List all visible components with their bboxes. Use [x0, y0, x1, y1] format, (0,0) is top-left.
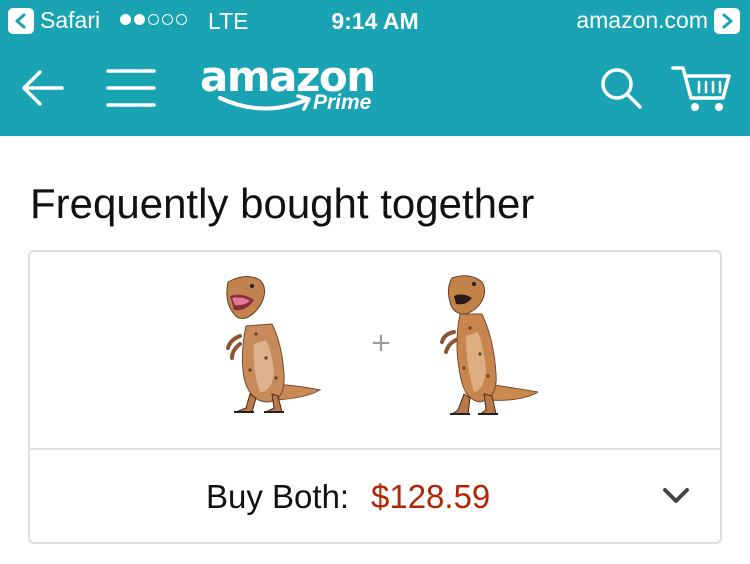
cart-button[interactable] — [668, 58, 736, 118]
back-app-label: Safari — [40, 7, 101, 33]
plus-separator: + — [370, 328, 392, 358]
status-bar: Safari LTE 9:14 AM amazon.com — [0, 0, 750, 40]
chevron-down-icon[interactable] — [662, 486, 690, 506]
hamburger-menu-icon — [106, 69, 156, 107]
back-arrow-icon — [22, 70, 64, 106]
smile-arrow-icon — [218, 94, 311, 111]
trex-costume-image — [226, 276, 322, 413]
buy-both-button[interactable]: Buy Both: $128.59 — [30, 450, 720, 542]
menu-button[interactable] — [102, 60, 160, 116]
search-button[interactable] — [592, 60, 650, 116]
signal-strength-icon — [120, 14, 187, 25]
bundle-products-row: + — [30, 252, 720, 448]
cart-icon — [671, 66, 731, 111]
site-label: amazon.com — [576, 7, 708, 33]
carrier-label: LTE — [208, 8, 249, 34]
site-link[interactable]: amazon.com — [576, 7, 740, 34]
product-image-1[interactable] — [216, 274, 326, 420]
back-to-app-link[interactable]: Safari — [8, 7, 100, 34]
forward-chevron-icon — [714, 7, 740, 34]
trex-costume-image — [440, 275, 540, 415]
amazon-prime-logo[interactable]: amazon Prime — [196, 52, 396, 126]
buy-both-price: $128.59 — [371, 478, 491, 515]
search-icon — [601, 68, 642, 109]
section-title: Frequently bought together — [30, 180, 535, 227]
buy-both-label: Buy Both: — [206, 478, 350, 515]
product-image-2[interactable] — [426, 274, 540, 420]
nav-bar: amazon Prime — [0, 40, 750, 136]
back-button[interactable] — [14, 60, 70, 116]
status-time: 9:14 AM — [331, 8, 419, 34]
prime-label: Prime — [313, 91, 372, 114]
bundle-card: + Buy Both: $128.59 — [28, 250, 722, 544]
back-chevron-icon — [8, 7, 34, 34]
